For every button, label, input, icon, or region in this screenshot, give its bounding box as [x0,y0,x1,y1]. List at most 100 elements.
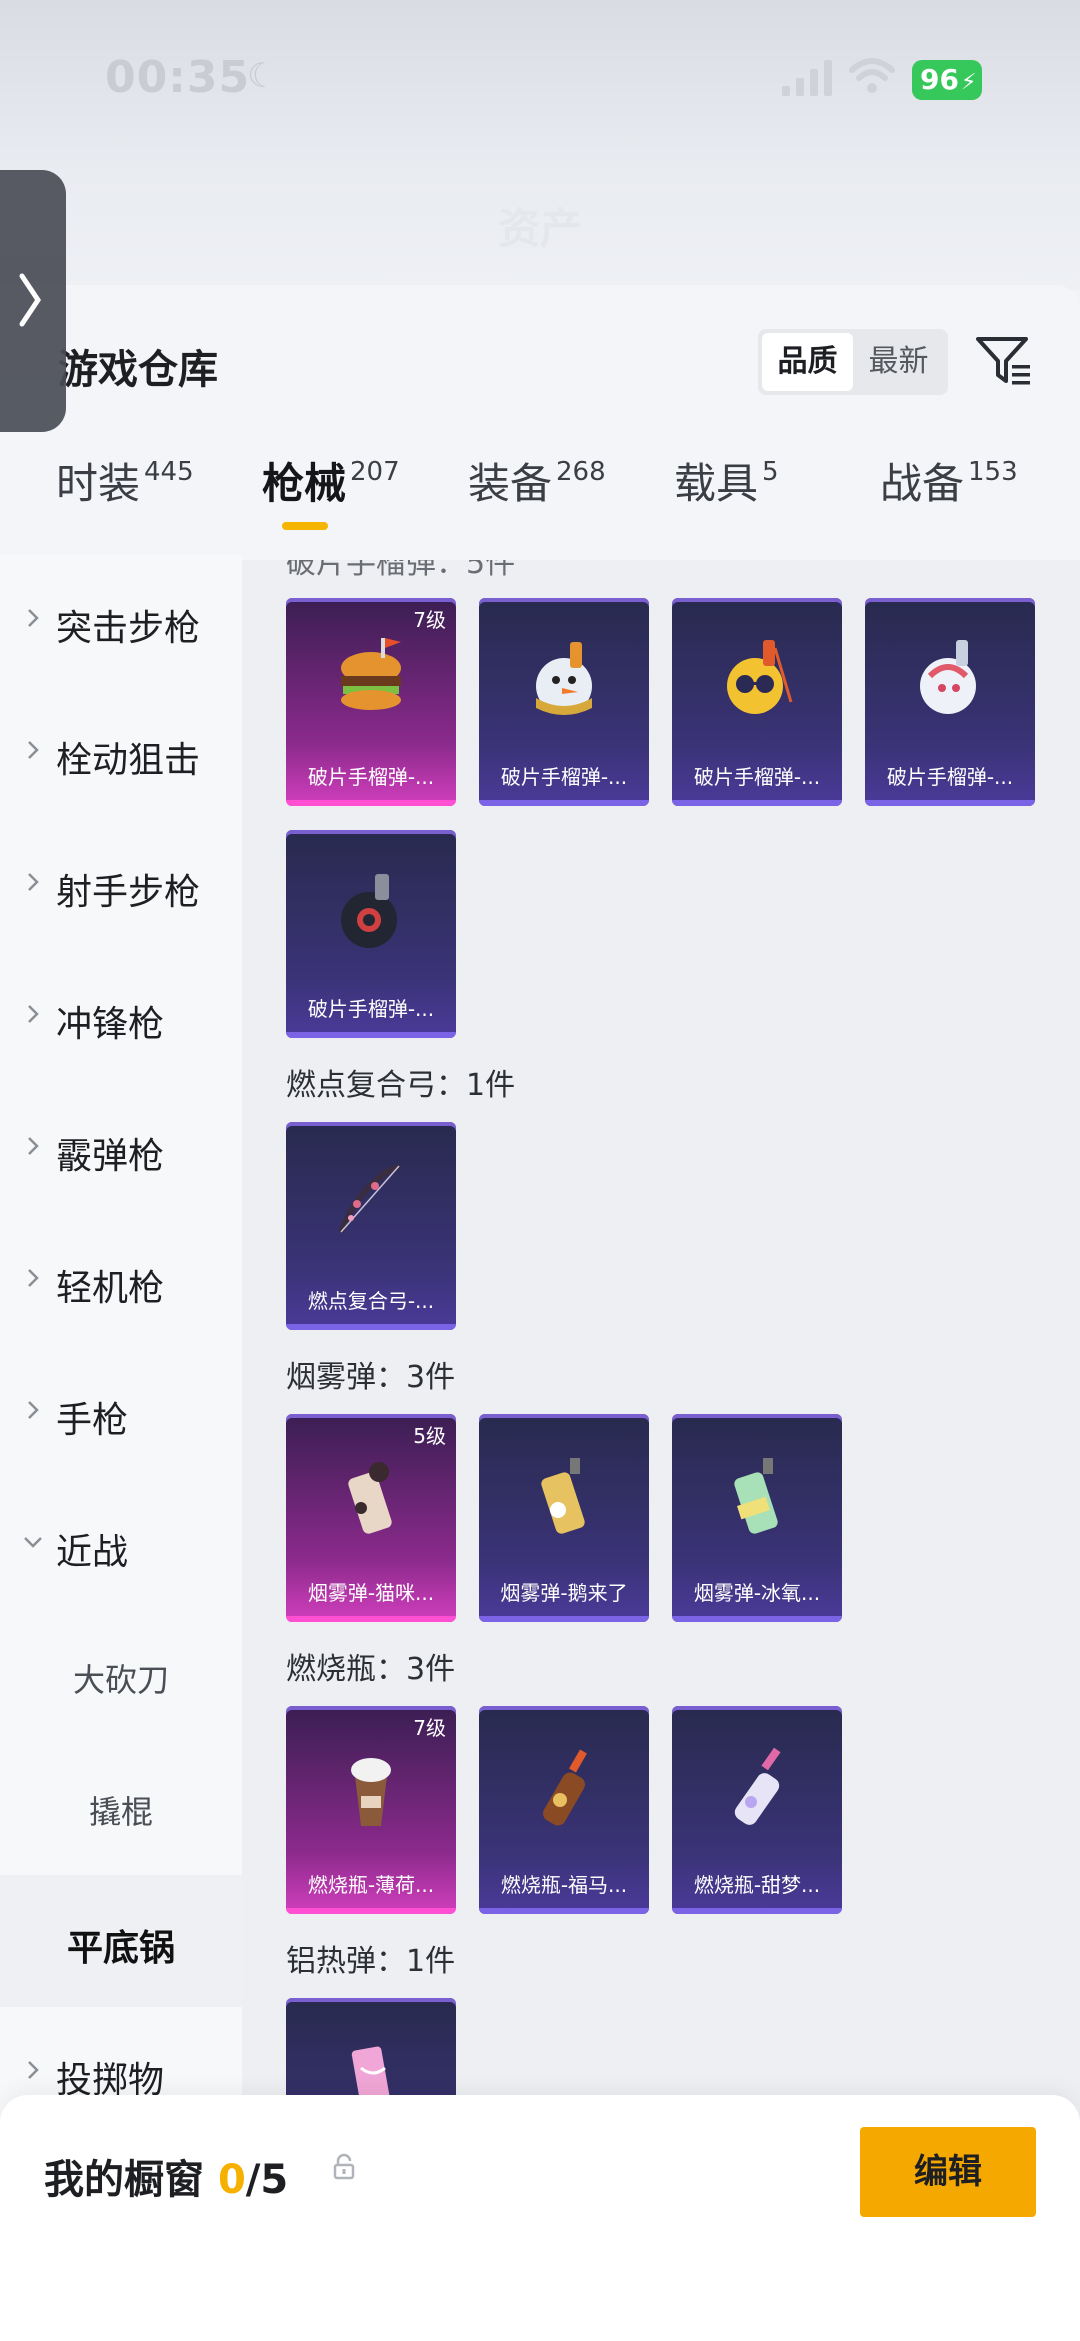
moon-icon: ☾ [247,56,278,96]
chevron-right-icon [28,2061,39,2079]
tab-equipment[interactable]: 装备 268 [468,450,606,540]
active-tab-indicator [282,522,328,530]
sort-option-quality[interactable]: 品质 [762,333,853,391]
item-name: 燃烧瓶-薄荷... [307,1873,435,1897]
sidebar-subitem-label: 大砍刀 [72,1661,169,1699]
sidebar-item-label: 霰弹枪 [56,1136,165,1177]
sidebar-subitem-machete[interactable]: 大砍刀 [0,1611,242,1743]
sidebar-item-label: 近战 [56,1532,129,1573]
status-time: 00:35 [105,52,251,103]
chevron-right-icon [28,1005,39,1023]
chevron-right-icon [28,1269,39,1287]
sort-toggle: 品质 最新 [758,329,948,395]
tab-battle-gear[interactable]: 战备 153 [880,450,1018,540]
top-background: 00:35 ☾ 96⚡ 资产 [0,0,1080,290]
chevron-right-icon [19,273,42,327]
item-card[interactable]: 燃烧瓶-甜梦... [672,1706,842,1914]
chevron-right-icon [28,609,39,627]
weapon-category-sidebar: 突击步枪 栓动狙击 射手步枪 冲锋枪 霰弹枪 轻机枪 手枪 近战 大砍刀 撬棍 … [0,555,242,2341]
showcase-label: 我的橱窗 [44,2157,204,2203]
group-title: 铝热弹：1件 [286,1944,456,1979]
sidebar-subitem-crowbar[interactable]: 撬棍 [0,1743,242,1875]
sidebar-item-marksman-rifle[interactable]: 射手步枪 [0,819,242,951]
item-card[interactable]: 破片手榴弹-... [865,598,1035,806]
warehouse-panel: 游戏仓库 品质 最新 时装 445 枪械 207 装备 268 载具 5 战备 153 突 [0,285,1080,2341]
item-card[interactable]: 破片手榴弹-... [286,830,456,1038]
mint-molotov-icon [351,1758,391,1826]
side-drawer-handle[interactable] [0,170,66,432]
item-card[interactable]: 燃点复合弓-... [286,1122,456,1330]
item-name: 破片手榴弹-... [307,765,435,789]
item-name: 破片手榴弹-... [500,765,628,789]
item-name: 烟雾弹-冰氧... [693,1581,821,1605]
showcase-title: 我的橱窗 0/5 [44,2147,288,2205]
sidebar-item-label: 突击步枪 [56,608,201,649]
sidebar-item-label: 手枪 [56,1400,129,1441]
sidebar-subitem-frying-pan[interactable]: 平底锅 [0,1875,242,2007]
sidebar-item-shotgun[interactable]: 霰弹枪 [0,1083,242,1215]
chevron-right-icon [28,873,39,891]
sidebar-item-assault-rifle[interactable]: 突击步枪 [0,555,242,687]
chevron-right-icon [28,1401,39,1419]
tab-count: 445 [144,457,194,487]
item-name: 燃点复合弓-... [307,1289,435,1313]
tab-fashion[interactable]: 时装 445 [56,450,194,540]
group-title: 烟雾弹：3件 [286,1360,456,1395]
sort-option-newest[interactable]: 最新 [853,333,944,391]
goose-smoke-grenade-icon [541,1458,585,1534]
sidebar-item-label: 冲锋枪 [56,1004,165,1045]
chevron-right-icon [28,1137,39,1155]
item-card[interactable]: 烟雾弹-冰氧... [672,1414,842,1622]
signal-icon [782,60,832,96]
sidebar-item-bolt-sniper[interactable]: 栓动狙击 [0,687,242,819]
snowman-grenade-icon [536,642,592,715]
tab-guns[interactable]: 枪械 207 [262,450,400,540]
item-card[interactable]: 燃烧瓶-福马... [479,1706,649,1914]
burger-grenade-icon [341,638,401,710]
item-card[interactable]: 5级 烟雾弹-猫咪... [286,1414,456,1622]
sidebar-subitem-label: 撬棍 [88,1793,153,1831]
black-grenade-icon [341,874,397,948]
tab-label: 装备 [468,459,553,508]
item-name: 烟雾弹-猫咪... [307,1581,435,1605]
tab-label: 时装 [56,459,141,508]
item-card[interactable]: 7级 燃烧瓶-薄荷... [286,1706,456,1914]
item-card[interactable]: 7级 破片手榴弹-... [286,598,456,806]
tab-count: 268 [556,457,606,487]
item-name: 燃烧瓶-福马... [500,1873,628,1897]
charging-icon: ⚡ [960,70,977,95]
wifi-icon [849,58,895,93]
showcase-count-current: 0 [217,2157,246,2203]
item-name: 燃烧瓶-甜梦... [693,1873,821,1897]
edit-button[interactable]: 编辑 [860,2127,1036,2217]
sidebar-item-pistol[interactable]: 手枪 [0,1347,242,1479]
group-title: 燃点复合弓：1件 [286,1068,516,1103]
tab-count: 153 [968,457,1018,487]
sidebar-item-label: 射手步枪 [56,872,201,913]
tab-vehicles[interactable]: 载具 5 [674,450,779,540]
chevron-right-icon [28,741,39,759]
showcase-count-total: /5 [245,2157,289,2203]
lucky-horse-molotov-icon [543,1749,587,1826]
item-card[interactable]: 破片手榴弹-... [672,598,842,806]
group-title-partial: 破片手榴弹：5件 [286,560,516,581]
item-card[interactable]: 破片手榴弹-... [479,598,649,806]
sidebar-item-lmg[interactable]: 轻机枪 [0,1215,242,1347]
sweet-dream-molotov-icon [734,1747,781,1825]
page-title: 游戏仓库 [58,347,218,393]
sidebar-item-smg[interactable]: 冲锋枪 [0,951,242,1083]
anime-grenade-icon [920,640,976,714]
showcase-bar: 我的橱窗 0/5 编辑 [0,2095,1080,2341]
item-name: 破片手榴弹-... [307,997,435,1021]
ice-smoke-grenade-icon [734,1458,778,1534]
filter-icon[interactable] [972,329,1036,393]
tab-count: 207 [350,457,400,487]
tab-label: 载具 [674,459,759,508]
cat-smoke-grenade-icon [348,1462,392,1534]
sidebar-item-melee[interactable]: 近战 [0,1479,242,1611]
item-name: 破片手榴弹-... [693,765,821,789]
item-card[interactable]: 烟雾弹-鹅来了 [479,1414,649,1622]
sunglasses-grenade-icon [727,640,793,714]
lock-icon [333,2153,355,2180]
status-bar: 00:35 ☾ 96⚡ [0,40,1080,120]
